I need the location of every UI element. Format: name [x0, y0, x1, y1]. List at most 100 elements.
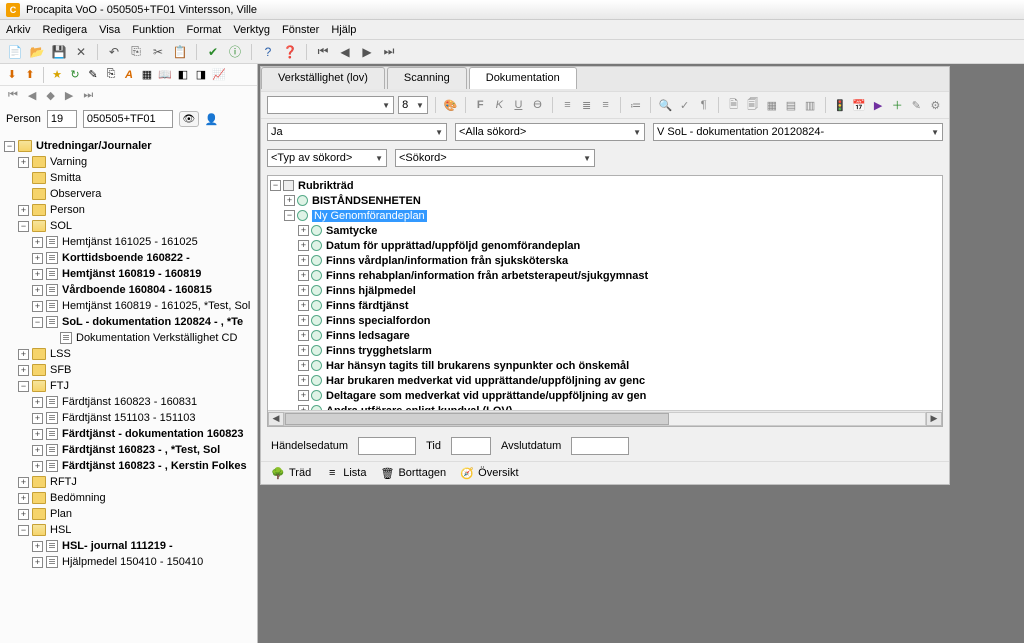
chart-icon[interactable]: 📈 — [211, 67, 227, 83]
expand-icon[interactable]: + — [32, 269, 43, 280]
misc1-icon[interactable]: ◧ — [175, 67, 191, 83]
copy-icon[interactable]: ⎘ — [127, 43, 145, 61]
tree-node[interactable]: Observera — [4, 186, 255, 202]
bold-icon[interactable]: F — [473, 96, 488, 114]
tid-input[interactable] — [451, 437, 491, 455]
expand-icon[interactable]: + — [18, 493, 29, 504]
misc2-icon[interactable]: ◨ — [193, 67, 209, 83]
scroll-track[interactable] — [284, 412, 926, 426]
next-icon[interactable]: ▶ — [358, 43, 376, 61]
expand-icon[interactable]: + — [32, 285, 43, 296]
col-icon[interactable]: ▥ — [802, 96, 817, 114]
menu-funktion[interactable]: Funktion — [132, 24, 174, 36]
rubrik-tree[interactable]: −Rubrikträd+BISTÅNDSENHETEN−Ny Genomföra… — [268, 176, 942, 410]
expand-icon[interactable]: + — [298, 270, 309, 281]
rubrik-node[interactable]: +Finns hjälpmedel — [270, 283, 940, 298]
expand-icon[interactable]: − — [32, 317, 43, 328]
expand-icon[interactable]: + — [32, 445, 43, 456]
font-family-combo[interactable]: ▼ — [267, 96, 394, 114]
row-icon[interactable]: ▤ — [783, 96, 798, 114]
menu-format[interactable]: Format — [187, 24, 222, 36]
tree-node[interactable]: +Hemtjänst 161025 - 161025 — [4, 234, 255, 250]
prev-icon[interactable]: ◀ — [336, 43, 354, 61]
tree-node[interactable]: −SoL - dokumentation 120824 - , *Te — [4, 314, 255, 330]
rubrik-node[interactable]: +Finns specialfordon — [270, 313, 940, 328]
rubrik-node[interactable]: +Har hänsyn tagits till brukarens synpun… — [270, 358, 940, 373]
expand-icon[interactable]: + — [32, 541, 43, 552]
dokumentation-combo[interactable]: V SoL - dokumentation 20120824-▼ — [653, 123, 943, 141]
typ-combo[interactable]: <Typ av sökord>▼ — [267, 149, 387, 167]
expand-icon[interactable]: − — [18, 525, 29, 536]
person-num-input[interactable] — [47, 110, 77, 128]
tree-node[interactable]: +SFB — [4, 362, 255, 378]
handelsedatum-input[interactable] — [358, 437, 416, 455]
avslutdatum-input[interactable] — [571, 437, 629, 455]
delete-icon[interactable]: ✕ — [72, 43, 90, 61]
underline-icon[interactable]: U — [511, 96, 526, 114]
align-right-icon[interactable]: ≡ — [598, 96, 613, 114]
refresh-icon[interactable]: ↻ — [67, 67, 83, 83]
expand-icon[interactable]: + — [298, 390, 309, 401]
copy2-icon[interactable]: ⎘ — [103, 67, 119, 83]
menu-visa[interactable]: Visa — [99, 24, 120, 36]
cal-icon[interactable]: 📅 — [852, 96, 867, 114]
rubrik-node[interactable]: +Deltagare som medverkat vid upprättande… — [270, 388, 940, 403]
menu-hjalp[interactable]: Hjälp — [331, 24, 356, 36]
expand-icon[interactable]: + — [298, 345, 309, 356]
ja-combo[interactable]: Ja▼ — [267, 123, 447, 141]
tree-node[interactable]: Smitta — [4, 170, 255, 186]
nav-next-icon[interactable]: ▶ — [65, 89, 73, 102]
help-icon[interactable]: ? — [259, 43, 277, 61]
expand-icon[interactable]: + — [298, 240, 309, 251]
expand-icon[interactable]: + — [298, 255, 309, 266]
tab-dokumentation[interactable]: Dokumentation — [469, 67, 577, 89]
tree-node[interactable]: +Hjälpmedel 150410 - 150410 — [4, 554, 255, 570]
run-icon[interactable]: ▶ — [871, 96, 886, 114]
expand-icon[interactable]: + — [32, 301, 43, 312]
tree-node[interactable]: +Hemtjänst 160819 - 160819 — [4, 266, 255, 282]
tree-node[interactable]: +Färdtjänst 160823 - , *Test, Sol — [4, 442, 255, 458]
new-icon[interactable]: 📄 — [6, 43, 24, 61]
align-left-icon[interactable]: ≡ — [560, 96, 575, 114]
insert1-icon[interactable]: 🗎 — [726, 96, 741, 114]
expand-icon[interactable]: + — [18, 349, 29, 360]
rubrik-node[interactable]: +Andra utförare enligt kundval (LOV) — [270, 403, 940, 410]
tree-node[interactable]: −Utredningar/Journaler — [4, 138, 255, 154]
rubrik-node[interactable]: −Rubrikträd — [270, 178, 940, 193]
tool1-icon[interactable]: ✎ — [909, 96, 924, 114]
expand-icon[interactable]: − — [18, 381, 29, 392]
first-icon[interactable]: ⏮ — [314, 43, 332, 61]
expand-icon[interactable]: + — [32, 397, 43, 408]
font-icon[interactable]: A — [121, 67, 137, 83]
rubrik-node[interactable]: −Ny Genomförandeplan — [270, 208, 940, 223]
tool2-icon[interactable]: ⚙ — [928, 96, 943, 114]
expand-icon[interactable]: + — [32, 237, 43, 248]
nav-first-icon[interactable]: ⏮ — [8, 89, 18, 102]
align-center-icon[interactable]: ≣ — [579, 96, 594, 114]
grid-icon[interactable]: ▦ — [139, 67, 155, 83]
nav-prev-icon[interactable]: ◀ — [28, 89, 36, 102]
traffic-icon[interactable]: 🚦 — [832, 96, 847, 114]
tab-scanning[interactable]: Scanning — [387, 67, 467, 89]
expand-icon[interactable]: + — [18, 365, 29, 376]
phrase-icon[interactable]: ¶ — [696, 96, 711, 114]
expand-icon[interactable]: − — [270, 180, 281, 191]
expand-icon[interactable]: + — [298, 225, 309, 236]
italic-icon[interactable]: K — [492, 96, 507, 114]
expand-icon[interactable]: + — [298, 360, 309, 371]
expand-icon[interactable]: + — [298, 330, 309, 341]
sokord-combo[interactable]: <Sökord>▼ — [395, 149, 595, 167]
expand-icon[interactable]: + — [32, 557, 43, 568]
whatsthis-icon[interactable]: ❓ — [281, 43, 299, 61]
menu-fonster[interactable]: Fönster — [282, 24, 319, 36]
alla-sokord-combo[interactable]: <Alla sökord>▼ — [455, 123, 645, 141]
rubrik-node[interactable]: +Har brukaren medverkat vid upprättande/… — [270, 373, 940, 388]
list-icon[interactable]: ≔ — [628, 96, 643, 114]
menu-arkiv[interactable]: Arkiv — [6, 24, 30, 36]
horizontal-scrollbar[interactable]: ◀ ▶ — [268, 410, 942, 426]
tree-node[interactable]: +Färdtjänst 160823 - 160831 — [4, 394, 255, 410]
save-icon[interactable]: 💾 — [50, 43, 68, 61]
expand-icon[interactable]: + — [298, 315, 309, 326]
find-icon[interactable]: 🔍 — [658, 96, 673, 114]
view-trad[interactable]: 🌳Träd — [271, 466, 311, 480]
